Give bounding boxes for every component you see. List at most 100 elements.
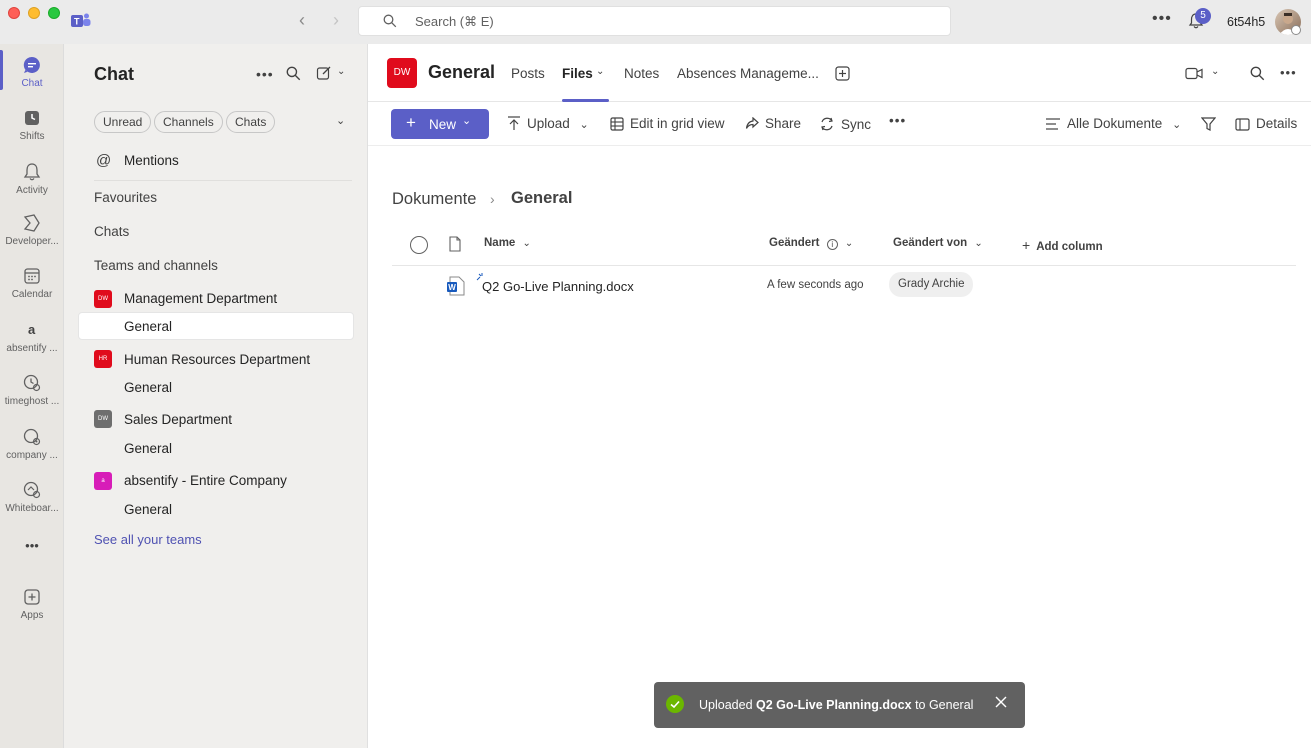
table-header-divider: [392, 265, 1296, 266]
column-header-modified-by[interactable]: Geändert von ⌄: [893, 237, 983, 249]
team-absentify-entire-company[interactable]: absentify - Entire Company: [124, 473, 287, 488]
team-management-department[interactable]: Management Department: [124, 291, 277, 306]
bell-icon: [23, 163, 41, 181]
team-badge: HR: [94, 350, 112, 368]
search-bar[interactable]: Search (⌘ E): [358, 6, 951, 36]
zoom-window-button[interactable]: [48, 7, 60, 19]
video-chevron-down-icon[interactable]: ⌄: [1211, 66, 1219, 77]
see-all-teams-link[interactable]: See all your teams: [94, 532, 202, 547]
rail-item-company[interactable]: company ...: [0, 427, 64, 461]
column-header-name[interactable]: Name ⌄: [484, 237, 531, 249]
upload-button[interactable]: Upload ⌄: [507, 116, 589, 131]
toast-message: Uploaded Q2 Go-Live Planning.docx to Gen…: [699, 698, 974, 712]
share-button[interactable]: Share: [745, 116, 801, 131]
team-badge: DW: [94, 410, 112, 428]
view-selector[interactable]: Alle Dokumente ⌄: [1045, 116, 1181, 131]
rail-item-developer[interactable]: Developer...: [0, 213, 64, 247]
sync-icon: [821, 117, 833, 131]
teams-channels-header[interactable]: Teams and channels: [94, 258, 218, 273]
svg-text:T: T: [74, 17, 80, 27]
chat-title: Chat: [94, 64, 134, 84]
filter-icon[interactable]: [1201, 117, 1216, 131]
filter-chats[interactable]: Chats: [226, 111, 276, 133]
new-button[interactable]: + New ⌄: [391, 109, 489, 139]
tab-posts[interactable]: Posts: [511, 66, 545, 81]
chat-search-icon[interactable]: [286, 66, 301, 81]
search-placeholder: Search (⌘ E): [415, 14, 494, 29]
chats-header[interactable]: Chats: [94, 224, 129, 239]
minimize-window-button[interactable]: [28, 7, 40, 19]
teams-logo-icon: T: [71, 13, 91, 27]
sort-chevron-icon: ⌄: [522, 238, 531, 249]
rail-item-absentify[interactable]: a absentify ...: [0, 320, 64, 354]
rail-item-shifts[interactable]: Shifts: [0, 108, 64, 142]
chat-icon: [23, 56, 40, 73]
close-icon[interactable]: [993, 694, 1009, 710]
notification-count-badge: 5: [1195, 8, 1211, 24]
calendar-icon: [24, 268, 40, 284]
plus-icon: +: [1022, 237, 1031, 253]
divider: [94, 180, 352, 181]
rail-item-chat[interactable]: Chat: [0, 55, 64, 89]
chevron-down-icon[interactable]: ⌄: [337, 66, 345, 77]
rail-item-activity[interactable]: Activity: [0, 162, 64, 196]
info-icon[interactable]: i: [826, 239, 838, 250]
toolbar-more-icon[interactable]: •••: [889, 113, 906, 128]
file-name-link[interactable]: Q2 Go-Live Planning.docx: [482, 279, 634, 294]
tab-files[interactable]: Files: [562, 66, 593, 81]
chat-pane: Chat ••• ⌄ Unread Channels Chats ⌄ @ Men…: [64, 44, 368, 748]
column-header-modified[interactable]: Geändert i ⌄: [769, 237, 853, 250]
filter-unread[interactable]: Unread: [94, 111, 152, 133]
file-type-icon: [449, 236, 461, 252]
channel-more-icon[interactable]: •••: [1280, 65, 1297, 80]
new-chat-icon[interactable]: [316, 65, 332, 81]
file-modified-by-chip[interactable]: Grady Archie: [889, 272, 974, 297]
rail-item-apps[interactable]: Apps: [0, 587, 64, 621]
absentify-icon: a: [28, 322, 36, 337]
file-modified-time: A few seconds ago: [767, 279, 864, 291]
add-tab-icon[interactable]: [835, 66, 850, 81]
close-window-button[interactable]: [8, 7, 20, 19]
mentions-item[interactable]: Mentions: [124, 153, 179, 168]
rail-item-whiteboard[interactable]: Whiteboar...: [0, 480, 64, 514]
tab-absences-management[interactable]: Absences Manageme...: [677, 66, 819, 81]
sort-chevron-icon: ⌄: [974, 238, 983, 249]
channel-general-management[interactable]: General: [124, 319, 172, 334]
channel-header: DW General Posts Files ⌄ Notes Absences …: [368, 44, 1311, 102]
channel-general-sales[interactable]: General: [124, 441, 172, 456]
rail-item-calendar[interactable]: Calendar: [0, 266, 64, 300]
filter-channels[interactable]: Channels: [154, 111, 223, 133]
sync-button[interactable]: Sync: [819, 116, 871, 132]
details-button[interactable]: Details: [1235, 116, 1297, 131]
team-human-resources-department[interactable]: Human Resources Department: [124, 352, 310, 367]
edit-grid-view-button[interactable]: Edit in grid view: [610, 116, 725, 131]
details-pane-icon: [1235, 118, 1250, 131]
filters-expand-chevron-icon[interactable]: ⌄: [336, 114, 345, 127]
forward-arrow-icon[interactable]: ›: [333, 10, 339, 31]
back-arrow-icon[interactable]: ‹: [299, 10, 305, 31]
channel-general-absentify[interactable]: General: [124, 502, 172, 517]
more-options-icon[interactable]: •••: [1152, 10, 1172, 28]
files-chevron-down-icon[interactable]: ⌄: [596, 66, 604, 77]
breadcrumb-chevron-right-icon: ›: [490, 191, 495, 207]
chevron-down-icon: ⌄: [462, 115, 472, 127]
chat-more-icon[interactable]: •••: [256, 66, 274, 82]
channel-general-hr[interactable]: General: [124, 380, 172, 395]
add-column-button[interactable]: + Add column: [1022, 237, 1103, 253]
svg-text:W: W: [448, 283, 456, 292]
tab-notes[interactable]: Notes: [624, 66, 659, 81]
team-sales-department[interactable]: Sales Department: [124, 412, 232, 427]
breadcrumb-root[interactable]: Dokumente: [392, 190, 476, 209]
shifts-icon: [25, 111, 39, 125]
select-all-radio[interactable]: [410, 236, 428, 254]
upload-icon: [508, 116, 520, 130]
rail-item-timeghost[interactable]: timeghost ...: [0, 373, 64, 407]
developer-icon: [23, 214, 40, 232]
favourites-header[interactable]: Favourites: [94, 190, 157, 205]
list-view-icon: [1046, 118, 1060, 130]
sort-chevron-icon: ⌄: [844, 238, 854, 249]
rail-more-apps-icon[interactable]: •••: [0, 538, 64, 553]
video-call-icon[interactable]: [1185, 67, 1203, 80]
title-bar: T ‹ › Search (⌘ E) ••• 5 6t54h5: [0, 0, 1311, 44]
channel-search-icon[interactable]: [1250, 66, 1265, 81]
